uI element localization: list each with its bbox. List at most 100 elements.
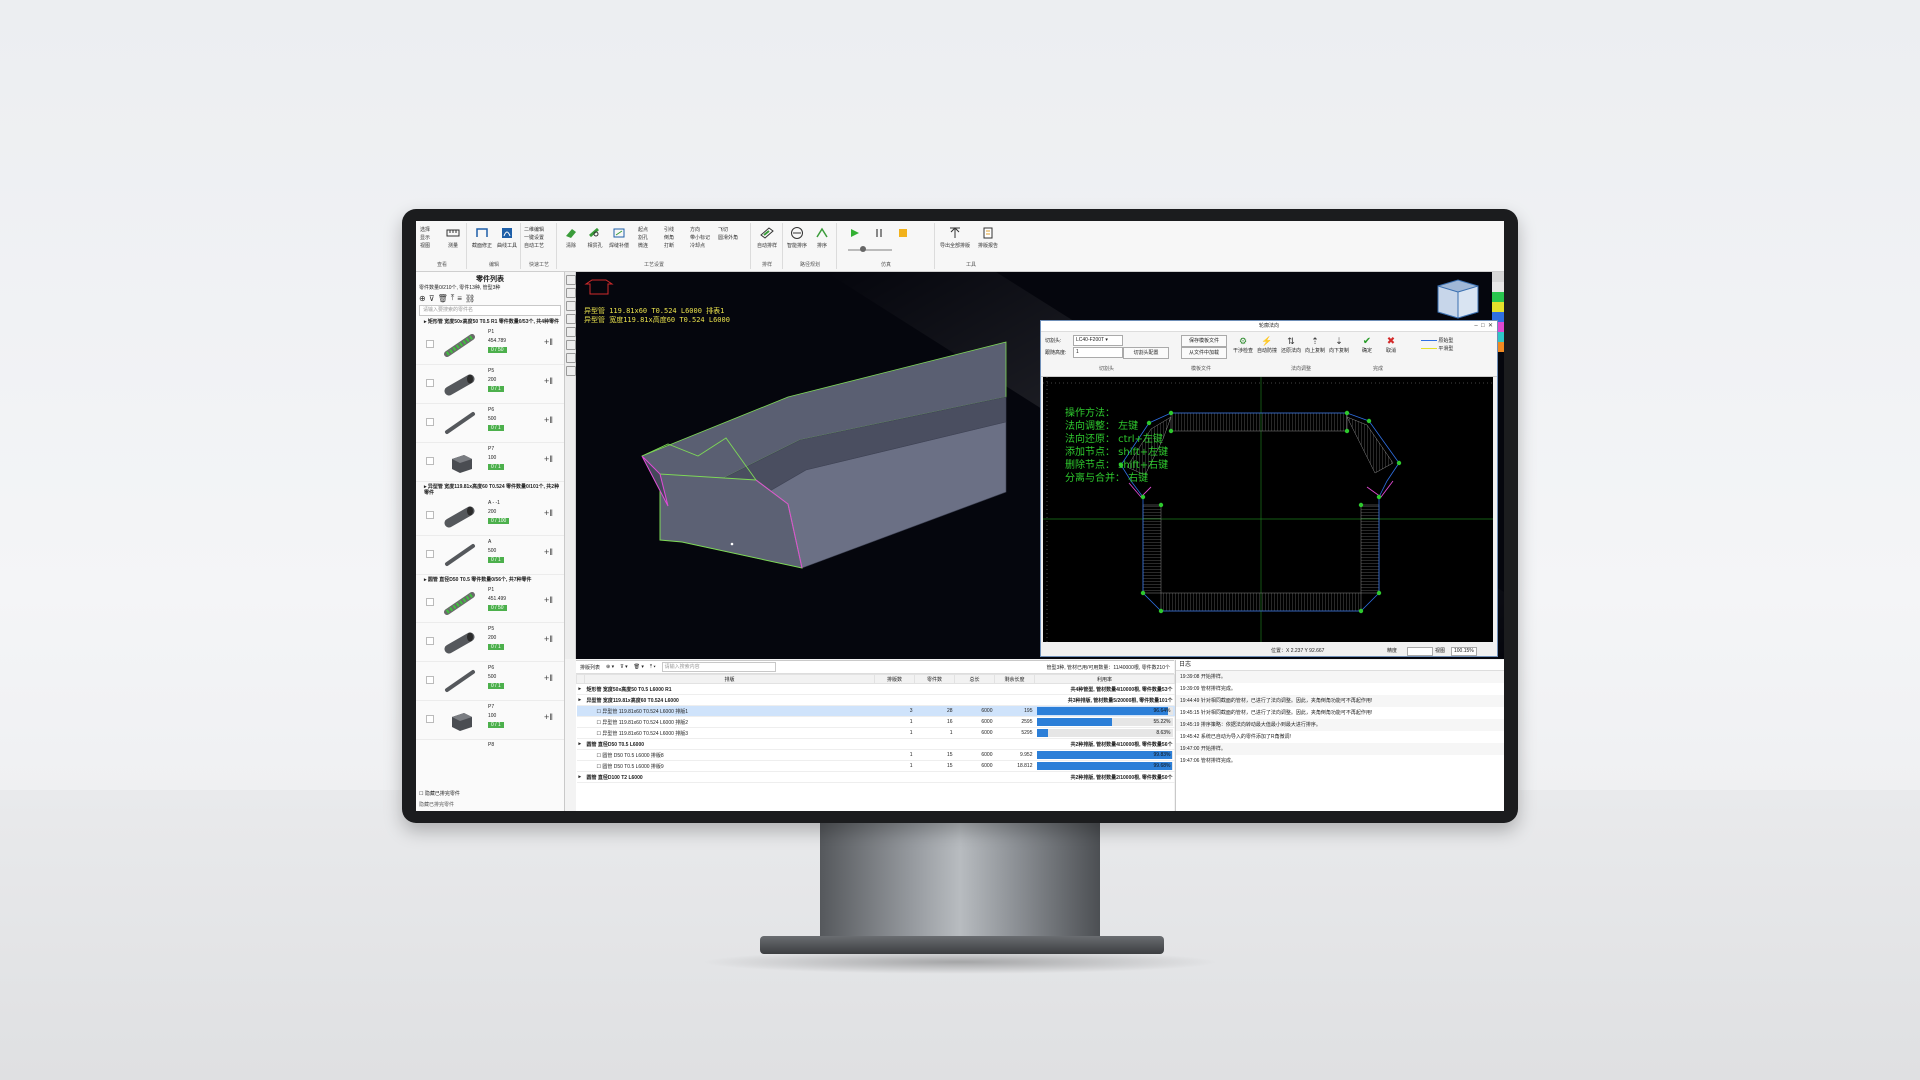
- opt-cooling[interactable]: 冷却点: [690, 242, 705, 249]
- opt-direction[interactable]: 方向: [690, 226, 700, 233]
- part-group-header[interactable]: ▸ 异型管 宽度119.81x高度60 T0.524 零件数量0/101个, 共…: [416, 482, 564, 497]
- measure-button[interactable]: 测量: [442, 226, 464, 256]
- maximize-icon[interactable]: □: [1481, 323, 1485, 329]
- menu-select[interactable]: 选择: [420, 226, 430, 233]
- expand-icon[interactable]: ▸: [576, 694, 585, 706]
- ok-button[interactable]: ✔ 确定: [1355, 336, 1379, 354]
- opt-break[interactable]: 打断: [664, 242, 674, 249]
- nest-report-button[interactable]: 排版报告: [974, 226, 1002, 256]
- nesting-group-row[interactable]: ▸ 矩形管 宽度50x高度50 T0.5 L6000 R1 共4种管型, 管材数量4…: [576, 683, 1175, 695]
- part-search-input[interactable]: 请输入要搜索的零件名: [419, 305, 561, 316]
- quick-auto-process[interactable]: 自动工艺: [524, 242, 544, 249]
- part-row[interactable]: P6 500 0 / 1 +‖: [416, 404, 564, 443]
- part-row[interactable]: P7 100 0 / 1 +‖: [416, 443, 564, 482]
- part-checkbox[interactable]: [426, 637, 434, 645]
- add-part-icon[interactable]: ⊕: [419, 294, 426, 303]
- pan-tool-icon[interactable]: [566, 301, 576, 311]
- part-checkbox[interactable]: [426, 715, 434, 723]
- pointer-tool-icon[interactable]: [566, 275, 576, 285]
- part-checkbox[interactable]: [426, 418, 434, 426]
- zoom-tool-icon[interactable]: [566, 314, 576, 324]
- menu-display[interactable]: 显示: [420, 234, 430, 241]
- quick-one-key[interactable]: 一键设置: [524, 234, 544, 241]
- opt-cut-hole[interactable]: 割孔: [638, 234, 648, 241]
- add-quantity-icon[interactable]: +‖: [544, 454, 553, 464]
- nest-export-icon[interactable]: ⤒ ▾: [650, 664, 656, 670]
- cancel-button[interactable]: ✖ 取消: [1379, 336, 1403, 354]
- minimize-icon[interactable]: –: [1474, 323, 1477, 329]
- add-quantity-icon[interactable]: +‖: [544, 376, 553, 386]
- col-layout-count[interactable]: 排版数: [874, 674, 915, 684]
- nesting-row[interactable]: ☐ 圆管 D50 T0.5 L6000 排版8 1 15 6000 9.952 99.83…: [576, 749, 1175, 761]
- curve-tool-button[interactable]: 曲线工具: [495, 226, 519, 256]
- nav-cube[interactable]: [1437, 279, 1479, 319]
- add-quantity-icon[interactable]: +‖: [544, 712, 553, 722]
- sim-speed-thumb[interactable]: [860, 246, 866, 252]
- layer-tool-icon[interactable]: [566, 353, 576, 363]
- part-checkbox[interactable]: [426, 379, 434, 387]
- col-layout[interactable]: 排版: [584, 674, 875, 684]
- nest-filter-icon[interactable]: ⊽ ▾: [620, 664, 628, 670]
- part-row[interactable]: A - -1 200 0 / 100 +‖: [416, 497, 564, 536]
- smart-sort-button[interactable]: 智能排序: [786, 226, 808, 256]
- play-icon[interactable]: [850, 228, 860, 238]
- add-quantity-icon[interactable]: +‖: [544, 415, 553, 425]
- filter-icon[interactable]: ⊽: [429, 294, 435, 303]
- precision-input[interactable]: [1407, 647, 1433, 656]
- stop-icon[interactable]: [898, 228, 908, 238]
- measure-tool-icon[interactable]: [566, 366, 576, 376]
- layer-color-gray[interactable]: [1492, 272, 1504, 282]
- interference-check-button[interactable]: ⚙ 干涉检查: [1231, 336, 1255, 354]
- layer-color-green[interactable]: [1492, 292, 1504, 302]
- part-row[interactable]: P5 200 0 / 1 +‖: [416, 365, 564, 404]
- part-checkbox[interactable]: [426, 511, 434, 519]
- add-quantity-icon[interactable]: +‖: [544, 673, 553, 683]
- follow-height-input[interactable]: 1: [1073, 347, 1123, 358]
- view-zoom-select[interactable]: 100.15%: [1451, 647, 1477, 656]
- pause-icon[interactable]: [874, 228, 884, 238]
- opt-chamfer[interactable]: 倒角: [664, 234, 674, 241]
- part-checkbox[interactable]: [426, 457, 434, 465]
- auto-avoid-button[interactable]: ⚡ 自动防撞: [1255, 336, 1279, 354]
- part-group-header[interactable]: ▸ 圆管 直径D50 T0.5 零件数量0/56个, 共7种零件: [416, 575, 564, 584]
- copy-down-button[interactable]: ⇣ 向下复制: [1327, 336, 1351, 354]
- link-icon[interactable]: ⛓: [465, 294, 475, 303]
- part-row[interactable]: P6 500 0 / 1 +‖: [416, 662, 564, 701]
- col-total-length[interactable]: 总长: [954, 674, 995, 684]
- nesting-group-row[interactable]: ▸ 圆管 直径D100 T2 L6000 共2种排版, 管材数量2/10000根, …: [576, 771, 1175, 783]
- menu-view[interactable]: 视图: [420, 242, 430, 249]
- cutter-config-button[interactable]: 切割头配置: [1123, 347, 1169, 359]
- col-remaining[interactable]: 剩余长度: [994, 674, 1035, 684]
- opt-round-corner[interactable]: 圆滑外角: [718, 234, 738, 241]
- add-quantity-icon[interactable]: +‖: [544, 595, 553, 605]
- close-icon[interactable]: ✕: [1488, 323, 1493, 329]
- nesting-tab[interactable]: 排版列表: [580, 664, 600, 671]
- part-checkbox[interactable]: [426, 550, 434, 558]
- clear-button[interactable]: 清除: [560, 226, 582, 256]
- export-all-button[interactable]: 导出全部排版: [940, 226, 970, 256]
- expand-icon[interactable]: ▸: [576, 771, 585, 783]
- opt-flycut[interactable]: 飞切: [718, 226, 728, 233]
- expand-icon[interactable]: ▸: [576, 738, 585, 750]
- auto-nest-button[interactable]: 自动排样: [756, 226, 778, 256]
- opt-microjoint[interactable]: 微连: [638, 242, 648, 249]
- opt-start[interactable]: 起点: [638, 226, 648, 233]
- part-checkbox[interactable]: [426, 340, 434, 348]
- rotate-tool-icon[interactable]: [566, 288, 576, 298]
- sort-button[interactable]: 排序: [811, 226, 833, 256]
- add-quantity-icon[interactable]: +‖: [544, 547, 553, 557]
- quick-2d-edit[interactable]: 二维编辑: [524, 226, 544, 233]
- save-template-button[interactable]: 保存模板文件: [1181, 335, 1227, 347]
- nest-add-icon[interactable]: ⊕ ▾: [606, 664, 614, 670]
- part-row[interactable]: P7 100 0 / 1 +‖: [416, 701, 564, 740]
- layer-color-white[interactable]: [1492, 282, 1504, 292]
- opt-small-mark[interactable]: 带小标记: [690, 234, 710, 241]
- nesting-row[interactable]: ☐ 圆管 D50 T0.5 L6000 排版9 1 15 6000 18.812 99.6…: [576, 760, 1175, 772]
- nesting-group-row[interactable]: ▸ 异型管 宽度119.81x高度60 T0.524 L6000 共3种排版, 管材…: [576, 694, 1175, 706]
- part-row[interactable]: P5 200 0 / 1 +‖: [416, 623, 564, 662]
- hide-finished-checkbox[interactable]: ☐ 隐藏已排完零件: [419, 790, 460, 797]
- cutter-select[interactable]: LC40-F200T ▾: [1073, 335, 1123, 346]
- weld-comp-button[interactable]: 焊缝补偿: [608, 226, 630, 256]
- nesting-row[interactable]: ☐ 异型管 119.81x60 T0.524 L6000 排版1 3 28 6000 1…: [576, 705, 1175, 717]
- sim-speed-slider[interactable]: [848, 249, 892, 251]
